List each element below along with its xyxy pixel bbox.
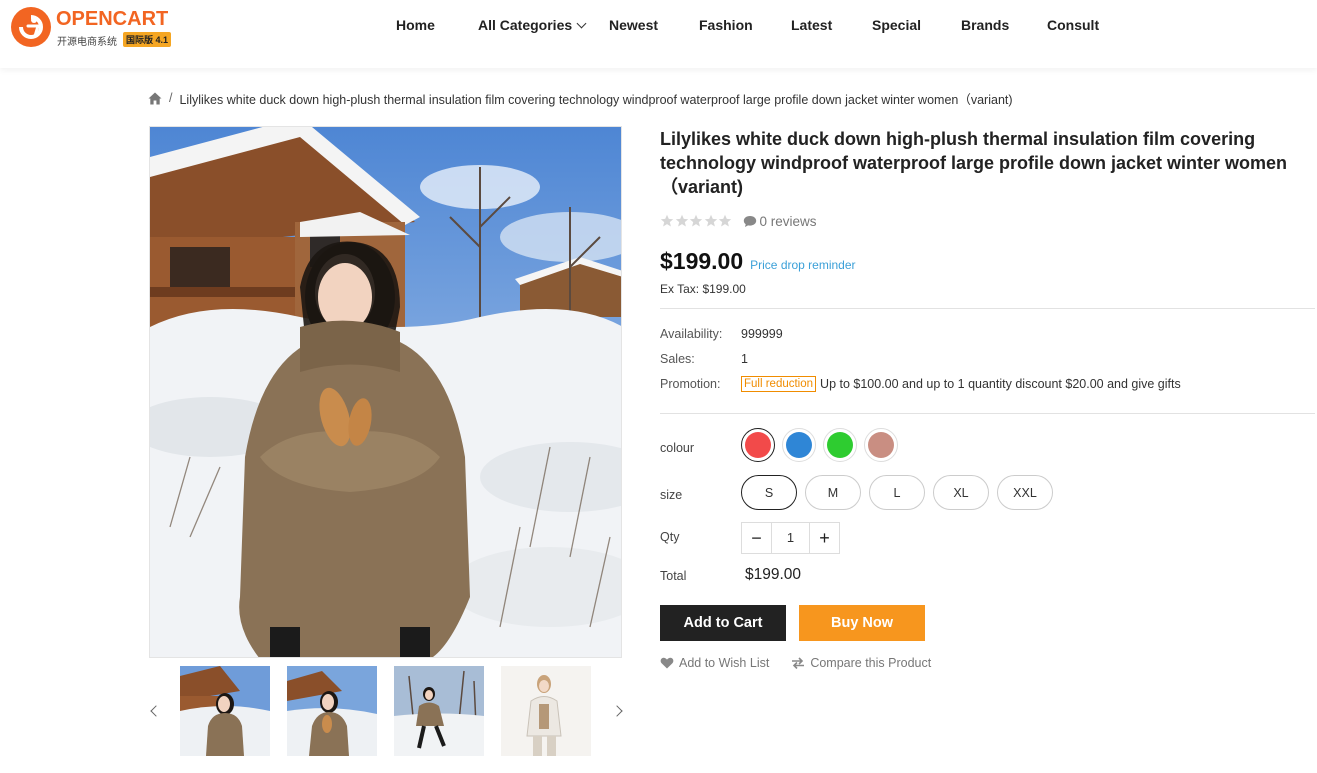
- availability-label: Availability:: [660, 327, 723, 341]
- total-label: Total: [660, 569, 687, 583]
- swatch-fill: [786, 432, 812, 458]
- size-option-xl[interactable]: XL: [933, 475, 989, 510]
- product-price: $199.00: [660, 248, 744, 274]
- size-option-m[interactable]: M: [805, 475, 861, 510]
- star-empty-icon: [660, 214, 674, 227]
- thumbnail-carousel: [148, 666, 628, 756]
- comment-icon: [743, 215, 756, 227]
- thumbnail-2[interactable]: [287, 666, 377, 756]
- promotion-row: Promotion: Full reduction Up to $100.00 …: [660, 376, 1181, 392]
- qty-label: Qty: [660, 530, 680, 544]
- price-drop-reminder-link[interactable]: Price drop reminder: [750, 258, 855, 272]
- size-option-l[interactable]: L: [869, 475, 925, 510]
- swatch-fill: [745, 432, 771, 458]
- sales-value: 1: [741, 352, 748, 366]
- product-title: Lilylikes white duck down high-plush the…: [660, 129, 1288, 197]
- nav-special[interactable]: Special: [872, 17, 921, 33]
- add-to-wishlist-link[interactable]: Add to Wish List: [660, 656, 769, 670]
- product-main-image[interactable]: [149, 126, 622, 658]
- compare-arrows-icon: [792, 657, 805, 669]
- promotion-tag: Full reduction: [741, 376, 817, 392]
- colour-swatch-green[interactable]: [823, 428, 857, 462]
- nav-consult[interactable]: Consult: [1047, 17, 1099, 33]
- breadcrumb: / Lilylikes white duck down high-plush t…: [148, 89, 1013, 108]
- availability-row: Availability: 999999: [660, 326, 783, 342]
- size-label: size: [660, 488, 683, 502]
- qty-input[interactable]: 1: [771, 523, 810, 553]
- promotion-text: Up to $100.00 and up to 1 quantity disco…: [820, 377, 1181, 391]
- buy-now-button[interactable]: Buy Now: [799, 605, 925, 641]
- logo-subtitle: 开源电商系统: [57, 37, 117, 48]
- nav-home[interactable]: Home: [396, 17, 435, 33]
- breadcrumb-separator: /: [169, 91, 173, 105]
- compare-product-link[interactable]: Compare this Product: [791, 656, 931, 670]
- chevron-left-icon[interactable]: [148, 704, 160, 718]
- qty-decrease-button[interactable]: −: [742, 523, 771, 553]
- size-option-s[interactable]: S: [741, 475, 797, 510]
- thumbnail-4[interactable]: [501, 666, 591, 756]
- colour-swatch-red[interactable]: [741, 428, 775, 462]
- size-option-xxl[interactable]: XXL: [997, 475, 1053, 510]
- nav-newest[interactable]: Newest: [609, 17, 658, 33]
- divider: [660, 413, 1315, 414]
- thumbnail-3[interactable]: [394, 666, 484, 756]
- swatch-fill: [827, 432, 853, 458]
- rating-stars: [660, 214, 733, 228]
- site-logo[interactable]: OPENCART 开源电商系统 国际版 4.1: [11, 7, 181, 48]
- star-empty-icon: [704, 214, 717, 227]
- reviews-count: 0 reviews: [759, 213, 817, 229]
- swatch-fill: [868, 432, 894, 458]
- colour-label: colour: [660, 441, 695, 455]
- thumbnail-1[interactable]: [180, 666, 270, 756]
- rating-row: 0 reviews: [660, 212, 817, 230]
- quantity-stepper: − 1 +: [741, 522, 840, 554]
- ex-tax-price: Ex Tax: $199.00: [660, 282, 746, 296]
- nav-brands[interactable]: Brands: [961, 17, 1009, 33]
- nav-all-categories-label: All Categories: [478, 17, 573, 33]
- add-to-cart-button[interactable]: Add to Cart: [660, 605, 786, 641]
- reviews-link[interactable]: 0 reviews: [743, 214, 817, 229]
- nav-latest[interactable]: Latest: [791, 17, 832, 33]
- star-empty-icon: [675, 214, 688, 227]
- availability-value: 999999: [741, 327, 783, 341]
- nav-fashion[interactable]: Fashion: [699, 17, 753, 33]
- sales-row: Sales: 1: [660, 351, 748, 367]
- star-empty-icon: [718, 214, 732, 227]
- product-actions: Add to Wish List Compare this Product: [660, 656, 931, 670]
- home-icon[interactable]: [148, 92, 162, 105]
- site-header: OPENCART 开源电商系统 国际版 4.1 Home All Categor…: [0, 0, 1317, 68]
- logo-mark-icon: [11, 7, 51, 47]
- sales-label: Sales:: [660, 352, 695, 366]
- total-value: $199.00: [745, 566, 802, 583]
- divider: [660, 308, 1315, 309]
- nav-all-categories[interactable]: All Categories: [478, 17, 587, 33]
- promotion-label: Promotion:: [660, 377, 721, 391]
- compare-label: Compare this Product: [810, 656, 932, 670]
- breadcrumb-current[interactable]: Lilylikes white duck down high-plush the…: [179, 89, 1012, 108]
- price-row: $199.00 Price drop reminder: [660, 247, 856, 275]
- wishlist-label: Add to Wish List: [679, 656, 770, 670]
- star-empty-icon: [689, 214, 703, 227]
- qty-increase-button[interactable]: +: [810, 523, 839, 553]
- chevron-right-icon[interactable]: [612, 704, 624, 718]
- heart-icon: [660, 657, 674, 669]
- colour-swatch-pink[interactable]: [864, 428, 898, 462]
- logo-name: OPENCART: [56, 8, 169, 30]
- chevron-down-icon: [576, 18, 587, 29]
- colour-swatch-blue[interactable]: [782, 428, 816, 462]
- logo-badge: 国际版 4.1: [123, 32, 172, 47]
